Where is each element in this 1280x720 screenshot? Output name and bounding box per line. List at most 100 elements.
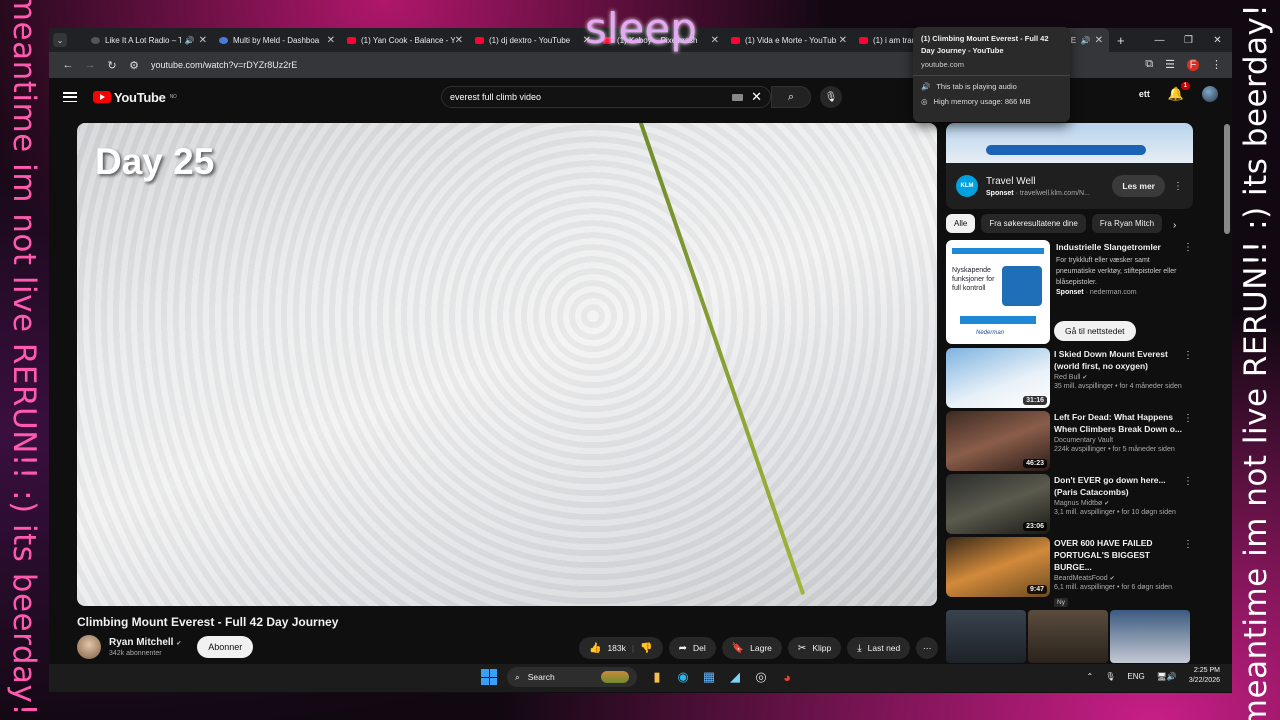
search-input[interactable]: everest full climb video ✕ xyxy=(441,86,771,108)
tab-audio-icon[interactable]: 🔊 xyxy=(185,36,195,45)
filter-chip[interactable]: Fra søkeresultatene dine xyxy=(981,214,1086,233)
recommended-video[interactable]: 46:23 Left For Dead: What Happens When Cl… xyxy=(946,411,1193,471)
page-scrollbar[interactable] xyxy=(1224,124,1230,234)
reload-icon[interactable]: ↻ xyxy=(101,59,123,72)
video-thumbnail[interactable]: 9:47 xyxy=(946,537,1050,597)
recommended-video[interactable]: 23:06 Don't EVER go down here... (Paris C… xyxy=(946,474,1193,534)
browser-tab[interactable]: Like It A Lot Radio – Ti 🔊 ✕ xyxy=(85,28,213,52)
download-icon: ⤓ xyxy=(857,642,862,654)
promo-title[interactable]: Industrielle Slangetromler xyxy=(1056,242,1186,252)
recommended-channel[interactable]: Magnus Midtbø ✔ xyxy=(1054,500,1182,507)
tab-close-icon[interactable]: ✕ xyxy=(455,35,463,46)
recommended-channel[interactable]: BeardMeatsFood ✔ xyxy=(1054,575,1182,582)
thumbnail[interactable] xyxy=(1028,610,1108,663)
recommended-video[interactable]: 9:47 OVER 600 HAVE FAILED PORTUGAL'S BIGG… xyxy=(946,537,1193,607)
video-more-icon[interactable]: ⋮ xyxy=(1183,539,1193,550)
video-player[interactable]: Day 25 xyxy=(77,123,937,606)
app-icon[interactable]: ◢ xyxy=(725,667,745,687)
keyboard-icon[interactable] xyxy=(732,93,744,101)
like-button[interactable]: 👍 183k | 👎 xyxy=(579,637,663,659)
browser-tab[interactable]: Multi by Meld - Dashboa ✕ xyxy=(213,28,341,52)
extensions-icon[interactable]: ⧉ xyxy=(1145,58,1153,71)
store-icon[interactable]: ▦ xyxy=(699,667,719,687)
tab-close-icon[interactable]: ✕ xyxy=(327,35,335,46)
recommended-video-title[interactable]: Left For Dead: What Happens When Climber… xyxy=(1054,411,1182,435)
chrome-icon[interactable]: ◕ xyxy=(777,667,797,687)
menu-icon[interactable] xyxy=(63,92,77,102)
ad-image[interactable] xyxy=(946,123,1193,163)
file-explorer-icon[interactable]: ▮ xyxy=(647,667,667,687)
more-actions-button[interactable]: ⋯ xyxy=(916,637,939,659)
tab-close-icon[interactable]: ✕ xyxy=(199,35,207,46)
scissors-icon: ✂ xyxy=(797,642,807,654)
network-volume-icon[interactable]: 🖥🔊 xyxy=(1157,672,1177,681)
video-thumbnail[interactable]: 31:16 xyxy=(946,348,1050,408)
recommended-video-title[interactable]: I Skied Down Mount Everest (world first,… xyxy=(1054,348,1182,372)
browser-tab[interactable]: (1) Vida e Morte - YouTub ✕ xyxy=(725,28,853,52)
reading-list-icon[interactable]: ☰ xyxy=(1165,58,1175,71)
tab-close-icon[interactable]: ✕ xyxy=(711,35,719,46)
account-avatar[interactable] xyxy=(1202,86,1218,102)
minimize-icon[interactable]: — xyxy=(1145,35,1174,46)
browser-tab[interactable]: (1) dj dextro - YouTube ✕ xyxy=(469,28,597,52)
site-info-icon[interactable]: ⚙ xyxy=(123,59,145,72)
download-button[interactable]: ⤓ Last ned xyxy=(847,637,911,659)
ad-more-icon[interactable]: ⋮ xyxy=(1173,181,1183,192)
chips-next-icon[interactable]: › xyxy=(1173,220,1176,231)
tab-close-icon[interactable]: ✕ xyxy=(839,35,847,46)
recommended-video-title[interactable]: OVER 600 HAVE FAILED PORTUGAL'S BIGGEST … xyxy=(1054,537,1182,573)
channel-name[interactable]: Ryan Mitchell ✔ xyxy=(109,637,181,648)
subscribe-button[interactable]: Abonner xyxy=(197,636,254,658)
ad-learn-more-button[interactable]: Les mer xyxy=(1112,175,1165,197)
filter-chip[interactable]: Alle xyxy=(946,214,976,233)
youtube-logo[interactable]: YouTube NO xyxy=(93,90,177,105)
edge-icon[interactable]: ◉ xyxy=(673,667,693,687)
close-window-icon[interactable]: ✕ xyxy=(1203,35,1232,46)
video-more-icon[interactable]: ⋮ xyxy=(1183,350,1193,361)
filter-chip[interactable]: Fra Ryan Mitch xyxy=(1091,214,1163,233)
thumbnail[interactable] xyxy=(1110,610,1190,663)
profile-avatar[interactable]: F xyxy=(1187,58,1199,71)
video-thumbnail[interactable]: 23:06 xyxy=(946,474,1050,534)
search-button[interactable]: ⌕ xyxy=(771,86,811,108)
share-button[interactable]: ➦ Del xyxy=(668,637,716,659)
recommended-channel[interactable]: Red Bull ✔ xyxy=(1054,374,1182,381)
ad-name[interactable]: Travel Well xyxy=(986,176,1090,187)
forward-icon[interactable]: → xyxy=(79,59,101,71)
thumbnail[interactable] xyxy=(946,610,1026,663)
video-more-icon[interactable]: ⋮ xyxy=(1183,476,1193,487)
new-tab-button[interactable]: + xyxy=(1117,33,1125,48)
promo-more-icon[interactable]: ⋮ xyxy=(1183,242,1193,253)
save-button[interactable]: 🔖 Lagre xyxy=(721,637,782,659)
windows-start-icon[interactable] xyxy=(481,669,497,685)
tab-search-icon[interactable]: ⌄ xyxy=(53,33,67,47)
thumbs-down-icon[interactable]: 👎 xyxy=(640,643,652,654)
video-more-icon[interactable]: ⋮ xyxy=(1183,413,1193,424)
promo-cta-button[interactable]: Gå til nettstedet xyxy=(1054,321,1136,341)
browser-tab[interactable]: (1) Yan Cook - Balance - Y ✕ xyxy=(341,28,469,52)
browser-menu-icon[interactable]: ⋮ xyxy=(1211,58,1222,71)
create-button[interactable]: ett xyxy=(1139,89,1150,99)
recommended-video[interactable]: 31:16 I Skied Down Mount Everest (world f… xyxy=(946,348,1193,408)
notifications-bell-icon[interactable]: 🔔 1 xyxy=(1168,82,1190,102)
video-thumbnail[interactable]: 46:23 xyxy=(946,411,1050,471)
obs-icon[interactable]: ◎ xyxy=(751,667,771,687)
maximize-icon[interactable]: ❐ xyxy=(1174,35,1203,46)
tab-close-icon[interactable]: ✕ xyxy=(1095,35,1103,46)
mic-tray-icon[interactable]: 🎙 xyxy=(1105,672,1115,681)
tab-audio-icon[interactable]: 🔊 xyxy=(1081,36,1091,45)
tray-chevron-icon[interactable]: ⌃ xyxy=(1087,672,1094,681)
taskbar-search[interactable]: ⌕ Search xyxy=(507,667,637,687)
promo-image[interactable]: Nyskapende funksjoner for full kontroll … xyxy=(946,240,1050,344)
language-indicator[interactable]: ENG xyxy=(1127,672,1144,681)
back-icon[interactable]: ← xyxy=(57,59,79,71)
clear-search-icon[interactable]: ✕ xyxy=(751,89,762,105)
system-clock[interactable]: 2:25 PM 3/22/2026 xyxy=(1189,666,1220,686)
channel-avatar[interactable] xyxy=(77,635,101,659)
clip-button[interactable]: ✂ Klipp xyxy=(787,637,842,659)
voice-search-button[interactable]: 🎙 xyxy=(820,86,842,108)
recommended-channel[interactable]: Documentary Vault xyxy=(1054,437,1182,444)
promo-image-button xyxy=(960,316,1036,324)
recommended-video-title[interactable]: Don't EVER go down here... (Paris Cataco… xyxy=(1054,474,1182,498)
url-field[interactable]: youtube.com/watch?v=rDYZr8Uz2rE xyxy=(151,60,297,70)
